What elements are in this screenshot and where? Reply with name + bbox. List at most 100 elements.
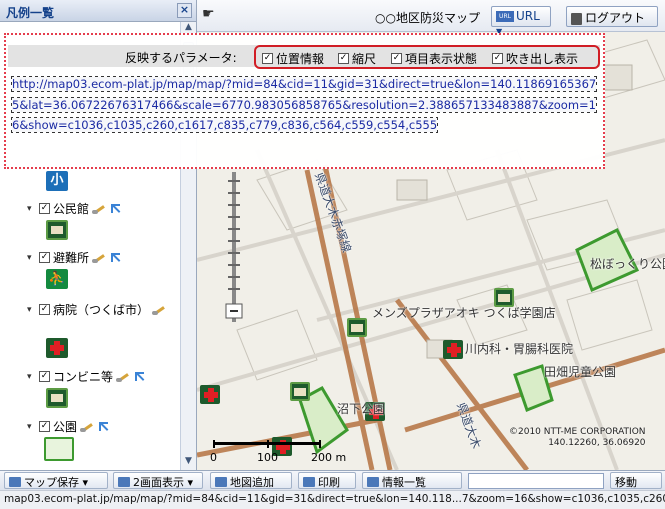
param-balloon[interactable]: ✓ 吹き出し表示: [492, 50, 578, 67]
edit-pencil-icon[interactable]: [152, 304, 166, 316]
info-list-button[interactable]: 情報一覧: [362, 472, 462, 489]
hospital-marker[interactable]: [200, 385, 220, 404]
legend-item-label: 避難所: [53, 251, 90, 265]
hospital-icon: [46, 338, 68, 358]
url-popup: 反映するパラメータ: ✓ 位置情報 ✓ 縮尺 ✓ 項目表示状態 ✓ 吹き出し表示 htt…: [4, 33, 605, 169]
legend-checkbox[interactable]: ✓: [39, 371, 50, 382]
community-hall-icon: [46, 220, 68, 240]
jump-arrow-icon[interactable]: [110, 203, 122, 215]
community-hall-marker[interactable]: [290, 382, 310, 401]
legend-checkbox[interactable]: ✓: [39, 203, 50, 214]
hospital-marker[interactable]: [443, 340, 463, 359]
expand-toggle-icon[interactable]: ▾: [27, 372, 36, 382]
poi-label: メンズプラザアオキ つくば学園店: [372, 306, 556, 320]
scale-label: 0: [210, 451, 217, 464]
scale-label: 200 m: [311, 451, 347, 464]
poi-label: 田畑児童公園: [544, 365, 617, 379]
edit-pencil-icon[interactable]: [92, 203, 106, 215]
elementary-school-icon: 小: [46, 171, 68, 191]
legend-item-shelter[interactable]: ▾ ✓ 避難所: [27, 249, 122, 266]
add-map-label: 地図追加: [230, 476, 274, 489]
parameter-options: ✓ 位置情報 ✓ 縮尺 ✓ 項目表示状態 ✓ 吹き出し表示: [254, 45, 600, 69]
scale-label: 100: [257, 451, 278, 464]
edit-pencil-icon[interactable]: [80, 421, 94, 433]
coordinate-readout: 140.12260, 36.06920: [548, 438, 646, 448]
browser-status-bar: map03.ecom-plat.jp/map/map/?mid=84&cid=1…: [0, 490, 665, 509]
print-button[interactable]: 印刷: [298, 472, 356, 489]
edit-pencil-icon[interactable]: [92, 252, 106, 264]
two-screen-label: 2画面表示: [133, 476, 184, 489]
pan-hand-icon[interactable]: ☛: [202, 6, 215, 22]
two-screen-button[interactable]: 2画面表示 ▾: [113, 472, 203, 489]
url-button[interactable]: URL URL ▼: [491, 6, 551, 36]
legend-item-community-hall[interactable]: ▾ ✓ 公民館: [27, 200, 122, 217]
search-input[interactable]: [468, 473, 604, 489]
save-icon: [9, 477, 21, 487]
add-map-button[interactable]: 地図追加: [210, 472, 292, 489]
param-checkbox[interactable]: ✓: [338, 53, 349, 64]
legend-item-label: 公民館: [53, 202, 90, 216]
legend-checkbox[interactable]: ✓: [39, 252, 50, 263]
legend-header: 凡例一覧 ×: [0, 0, 196, 22]
print-label: 印刷: [318, 476, 340, 489]
param-label: 項目表示状態: [405, 52, 478, 66]
print-icon: [303, 477, 315, 487]
legend-close-icon[interactable]: ×: [177, 3, 192, 18]
legend-item-park[interactable]: ▾ ✓ 公園: [27, 418, 110, 435]
expand-toggle-icon[interactable]: ▾: [27, 422, 36, 432]
jump-arrow-icon[interactable]: [110, 252, 122, 264]
url-button-label: URL: [516, 9, 540, 23]
copyright-text: ©2010 NTT-ME CORPORATION: [509, 427, 646, 437]
expand-toggle-icon[interactable]: ▾: [27, 253, 36, 263]
legend-item-label: コンビニ等: [53, 370, 114, 384]
bottom-toolbar: マップ保存 ▾ 2画面表示 ▾ 地図追加 印刷 情報一覧 移動: [0, 470, 665, 490]
legend-item-convenience[interactable]: ▾ ✓ コンビニ等: [27, 368, 146, 385]
expand-toggle-icon[interactable]: ▾: [27, 204, 36, 214]
param-checkbox[interactable]: ✓: [391, 53, 402, 64]
parameter-row: 反映するパラメータ: ✓ 位置情報 ✓ 縮尺 ✓ 項目表示状態 ✓ 吹き出し表示: [8, 45, 600, 69]
param-checkbox[interactable]: ✓: [262, 53, 273, 64]
convenience-store-icon: [46, 388, 68, 408]
park-icon: [44, 437, 74, 461]
legend-checkbox[interactable]: ✓: [39, 421, 50, 432]
map-copyright: ©2010 NTT-ME CORPORATION 140.12260, 36.0…: [509, 427, 646, 449]
expand-toggle-icon[interactable]: ▾: [27, 305, 36, 315]
map-title: ○○地区防災マップ: [375, 11, 480, 25]
param-scale[interactable]: ✓ 縮尺: [338, 50, 376, 67]
legend-title: 凡例一覧: [6, 6, 55, 20]
community-hall-marker[interactable]: [347, 318, 367, 337]
url-text-selection[interactable]: http://map03.ecom-plat.jp/map/map/?mid=8…: [10, 76, 598, 133]
zoom-slider[interactable]: [225, 172, 243, 322]
save-map-label: マップ保存: [24, 476, 79, 489]
move-button[interactable]: 移動: [610, 472, 662, 489]
edit-pencil-icon[interactable]: [116, 371, 130, 383]
generated-url-text[interactable]: http://map03.ecom-plat.jp/map/map/?mid=8…: [10, 74, 600, 136]
scroll-down-icon[interactable]: ▼: [181, 456, 196, 470]
param-label: 縮尺: [352, 52, 377, 66]
scale-bar: 0 100 200 m: [207, 440, 347, 468]
param-label: 吹き出し表示: [506, 52, 579, 66]
param-location[interactable]: ✓ 位置情報: [262, 50, 324, 67]
legend-item-label: 病院（つくば市）: [53, 303, 150, 317]
param-item-visibility[interactable]: ✓ 項目表示状態: [391, 50, 477, 67]
info-list-label: 情報一覧: [382, 476, 426, 489]
logout-icon: [571, 12, 582, 25]
jump-arrow-icon[interactable]: [134, 371, 146, 383]
move-label: 移動: [615, 476, 637, 489]
jump-arrow-icon[interactable]: [98, 421, 110, 433]
info-list-icon: [367, 477, 379, 487]
legend-checkbox[interactable]: ✓: [39, 304, 50, 315]
two-screen-icon: [118, 477, 130, 487]
parameter-label: 反映するパラメータ:: [125, 51, 237, 65]
poi-label: 川内科・胃腸科医院: [465, 342, 574, 356]
evacuation-shelter-icon: [46, 269, 68, 289]
save-map-button[interactable]: マップ保存 ▾: [4, 472, 108, 489]
add-map-icon: [215, 477, 227, 487]
logout-button[interactable]: ログアウト: [566, 6, 658, 27]
poi-label: 松ぼっくり公園: [590, 257, 665, 271]
legend-item-hospital[interactable]: ▾ ✓ 病院（つくば市）: [27, 301, 166, 318]
param-checkbox[interactable]: ✓: [492, 53, 503, 64]
param-label: 位置情報: [276, 52, 325, 66]
map-toolbar: ☛ ○○地区防災マップ URL URL ▼ ログアウト: [197, 0, 665, 36]
logout-label: ログアウト: [585, 11, 646, 25]
